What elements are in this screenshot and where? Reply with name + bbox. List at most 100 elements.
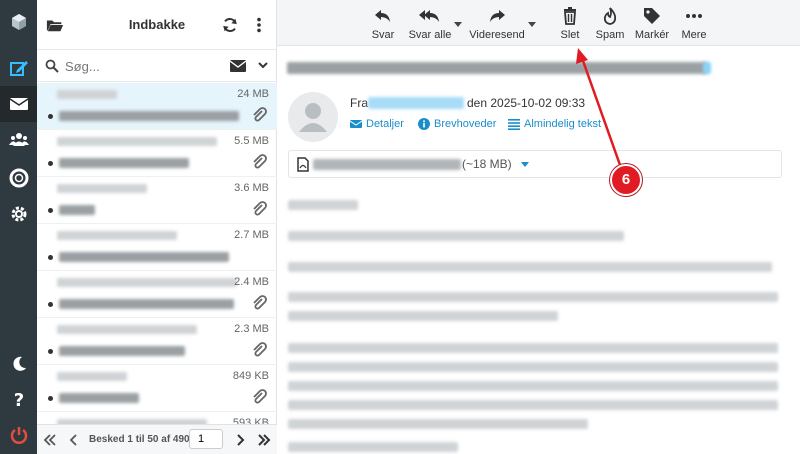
headers-link[interactable]: Brevhoveder (418, 118, 496, 130)
body-text-line-redacted (288, 442, 458, 452)
about-question-icon[interactable]: ? (0, 381, 37, 417)
message-row[interactable]: 5.5 MB (37, 130, 277, 177)
sender-avatar (288, 92, 338, 142)
sender-redacted (57, 90, 117, 99)
unread-dot-icon[interactable] (48, 255, 53, 260)
more-vertical-icon[interactable] (249, 15, 269, 35)
folder-title: Indbakke (128, 17, 186, 32)
sender-redacted (57, 372, 127, 381)
tag-icon (644, 8, 660, 24)
paperclip-icon (253, 201, 267, 216)
body-text-line-redacted (288, 262, 772, 272)
svg-text:?: ? (13, 390, 23, 409)
more-button[interactable]: Mere (679, 6, 709, 44)
details-label: Detaljer (366, 118, 404, 130)
reply-button[interactable]: Svar (365, 6, 401, 44)
subject-redacted (59, 111, 239, 121)
subject-redacted (59, 299, 234, 309)
app-sidebar: ? (0, 0, 37, 454)
unread-dot-icon[interactable] (48, 208, 53, 213)
message-size: 849 KB (232, 370, 269, 382)
first-page-icon[interactable] (43, 433, 57, 447)
body-text-line-redacted (288, 419, 588, 429)
headers-label: Brevhoveder (434, 118, 497, 130)
body-text-line-redacted (288, 362, 778, 372)
envelope-filter-icon[interactable] (230, 60, 246, 72)
reply-label: Svar (371, 29, 395, 41)
next-page-icon[interactable] (233, 433, 247, 447)
attachment-menu-caret[interactable] (521, 162, 529, 167)
page-number-input[interactable] (189, 429, 223, 449)
reply-all-icon (419, 10, 439, 22)
more-horizontal-icon (686, 14, 702, 18)
chevron-down-icon[interactable] (258, 62, 268, 69)
lifebuoy-icon[interactable] (0, 160, 37, 196)
subject-redacted (59, 252, 229, 262)
paperclip-icon (253, 107, 267, 122)
message-row[interactable]: 2.4 MB (37, 271, 277, 318)
sender-address-redacted[interactable] (368, 97, 464, 109)
subject-redacted (59, 158, 189, 168)
subject-redacted (59, 346, 185, 356)
search-icon (45, 59, 59, 73)
mark-button[interactable]: Markér (633, 6, 671, 44)
refresh-icon[interactable] (220, 15, 240, 35)
unread-dot-icon[interactable] (48, 114, 53, 119)
pdf-file-icon (297, 157, 309, 172)
message-row[interactable]: 24 MB (37, 83, 277, 130)
details-link[interactable]: Detaljer (350, 118, 404, 130)
compose-icon[interactable] (0, 50, 37, 86)
body-text-line-redacted (288, 292, 778, 302)
reply-all-label: Svar alle (408, 29, 452, 41)
envelope-icon (350, 120, 362, 128)
forward-button[interactable]: Videresend (467, 6, 527, 44)
forward-dropdown-caret[interactable] (528, 22, 536, 27)
unread-dot-icon[interactable] (48, 396, 53, 401)
message-list-pane: Indbakke 24 MB 5.5 MB 3.6 MB 2.7 MB 2.4 MB 2.… (37, 0, 277, 454)
delete-button[interactable]: Slet (557, 6, 583, 44)
sender-redacted (57, 137, 217, 146)
pagination-bar: Besked 1 til 50 af 490 (37, 424, 277, 454)
logo-icon[interactable] (0, 4, 37, 40)
trash-icon (564, 7, 576, 25)
body-text-line-redacted (288, 400, 778, 410)
mail-icon[interactable] (0, 86, 37, 122)
from-label: Fra (350, 96, 368, 110)
dark-mode-moon-icon[interactable] (0, 346, 37, 382)
attachment-name-redacted (313, 159, 461, 170)
attachment-bar[interactable]: (~18 MB) (288, 150, 782, 178)
spam-button[interactable]: Spam (593, 6, 627, 44)
fire-icon (603, 7, 617, 25)
message-row[interactable]: 3.6 MB (37, 177, 277, 224)
subject-redacted (59, 393, 139, 403)
last-page-icon[interactable] (257, 433, 271, 447)
attachment-size: (~18 MB) (462, 157, 512, 171)
message-row[interactable]: 2.3 MB (37, 318, 277, 365)
unread-dot-icon[interactable] (48, 349, 53, 354)
message-row[interactable]: 849 KB (37, 365, 277, 412)
body-text-line-redacted (288, 231, 624, 241)
sender-redacted (57, 184, 147, 193)
message-size: 2.7 MB (234, 229, 269, 241)
settings-gear-icon[interactable] (0, 196, 37, 232)
search-input[interactable] (65, 57, 215, 75)
message-row[interactable]: 2.7 MB (37, 224, 277, 271)
forward-label: Videresend (469, 29, 525, 41)
align-lines-icon (508, 119, 520, 130)
reply-all-button[interactable]: Svar alle (405, 6, 455, 44)
message-size: 2.4 MB (234, 276, 269, 288)
list-header: Indbakke (37, 0, 277, 50)
contacts-icon[interactable] (0, 122, 37, 158)
unread-dot-icon[interactable] (48, 302, 53, 307)
previous-page-icon[interactable] (67, 433, 81, 447)
reply-all-dropdown-caret[interactable] (454, 22, 462, 27)
subject-redacted (59, 205, 95, 215)
sender-redacted (57, 231, 177, 240)
unread-dot-icon[interactable] (48, 161, 53, 166)
paperclip-icon (253, 295, 267, 310)
body-text-line-redacted (288, 343, 778, 353)
pager-status-text: Besked 1 til 50 af 490 (89, 434, 190, 445)
logout-power-icon[interactable] (0, 417, 37, 453)
sender-redacted (57, 325, 197, 334)
annotation-arrow (576, 48, 622, 166)
